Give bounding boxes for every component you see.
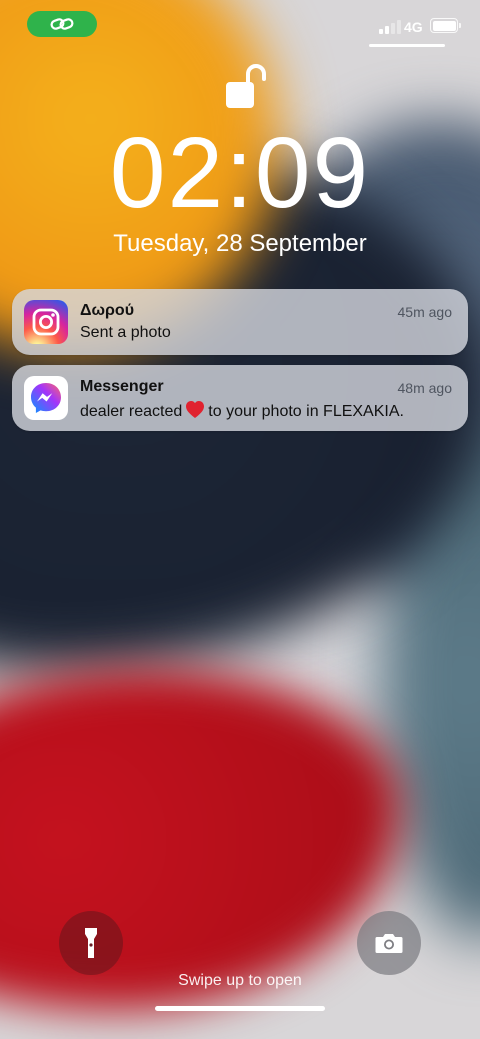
clock-time: 02:09 [109,117,371,229]
signal-icon [379,18,401,34]
date-label: Tuesday, 28 September [113,230,367,257]
lock-screen: 4G 02:09 Tuesday, 28 September Δωρού 45m… [0,0,480,1039]
notification-title: Messenger [80,378,164,395]
swipe-hint: Swipe up to open [178,972,302,989]
network-type: 4G [404,19,423,35]
unlocked-padlock-icon [226,64,266,108]
notification-body: Sent a photo [80,324,171,341]
status-bar: 4G [0,0,480,50]
instagram-icon [24,300,68,344]
notification-body-after: to your photo in FLEXAKIA. [208,403,404,420]
notification-instagram[interactable]: Δωρού 45m ago Sent a photo [12,289,468,355]
heart-icon [186,401,205,418]
camera-icon [375,934,403,953]
home-indicator[interactable] [155,1006,325,1011]
notification-body: dealer reacted to your photo in FLEXAKIA. [80,400,404,421]
flashlight-icon [85,928,97,958]
notification-time: 48m ago [397,380,452,396]
notification-messenger[interactable]: Messenger 48m ago dealer reacted to your … [12,365,468,431]
notification-time: 45m ago [397,304,452,320]
link-pill[interactable] [27,11,97,37]
camera-button[interactable] [357,911,421,975]
notification-body-before: dealer reacted [80,403,183,420]
battery-icon [430,18,461,33]
link-icon [50,18,74,30]
status-indicator-line [369,44,445,47]
messenger-icon [24,376,68,420]
notification-title: Δωρού [80,302,134,319]
flashlight-button[interactable] [59,911,123,975]
